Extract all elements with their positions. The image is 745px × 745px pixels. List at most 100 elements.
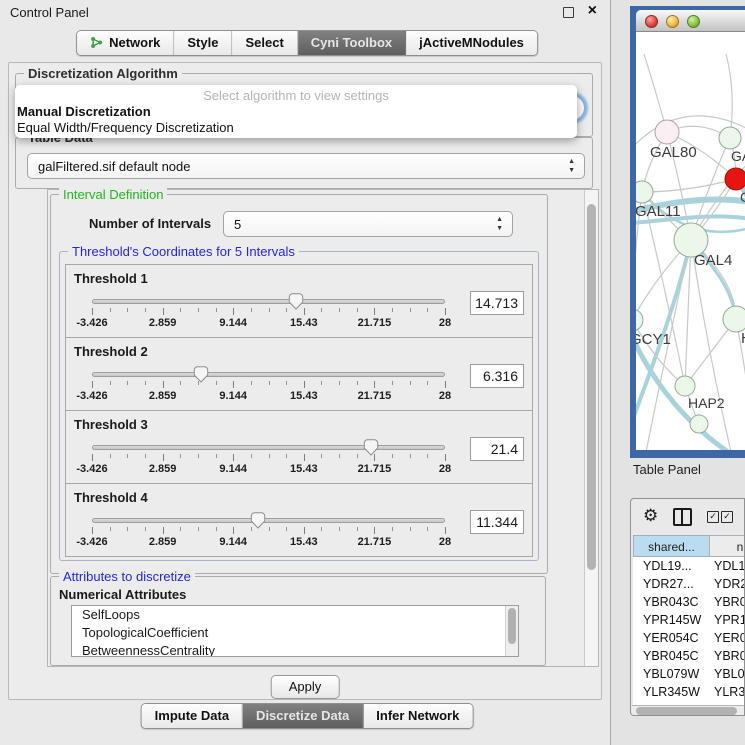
combo-value: galFiltered.sif default node [38,159,190,174]
column-header-name[interactable]: n [709,535,745,557]
tick-mark [251,308,252,312]
threshold-value-field[interactable]: 14.713 [470,291,524,315]
slider-thumb[interactable] [193,366,209,383]
table-row[interactable]: YDR27...YDR2 [633,575,745,593]
threshold-panel-3: Threshold 3-3.4262.8599.14415.4321.71528… [65,410,533,484]
minimize-traffic-light-icon[interactable] [666,15,679,28]
slider-thumb[interactable] [288,293,304,310]
scrollbar-thumb[interactable] [587,204,596,570]
attribute-list-item[interactable]: BetweennessCentrality [72,642,518,657]
threshold-slider[interactable]: -3.4262.8599.14415.4321.71528 [92,439,445,479]
split-columns-icon[interactable] [673,508,692,526]
threshold-label: Threshold 4 [74,490,148,505]
tick-label: 15.43 [290,463,318,475]
network-node[interactable] [719,127,741,149]
tick-mark [233,454,234,461]
cell-name: YPR1 [714,613,745,627]
slider-track[interactable] [92,372,445,377]
slider-thumb[interactable] [363,439,379,456]
network-node[interactable] [655,120,679,144]
gear-icon[interactable]: ⚙ [643,506,658,526]
thresholds-group: Threshold's Coordinates for 5 Intervals … [59,251,539,561]
network-view-window: GAL80GACGAL11GAL4GCY1HHAP2 [636,10,745,450]
table-row[interactable]: YDL19...YDL1 [633,557,745,575]
table-data-combobox[interactable]: galFiltered.sif default node ▲▼ [27,153,585,179]
tab-network[interactable]: Network [77,31,173,55]
threshold-value-field[interactable]: 6.316 [470,364,524,388]
column-header-shared[interactable]: shared... [633,535,710,557]
slider-track[interactable] [92,518,445,523]
tick-mark [180,454,181,458]
network-node[interactable] [723,306,745,332]
scrollbar-thumb[interactable] [636,707,737,715]
network-node[interactable] [690,415,708,433]
slider-thumb[interactable] [250,512,266,529]
numerical-attributes-list[interactable]: SelfLoopsTopologicalCoefficientBetweenne… [71,605,519,657]
cell-shared-name: YDL19... [643,559,692,573]
threshold-value-field[interactable]: 21.4 [470,437,524,461]
interval-definition-group: Interval Definition Number of Intervals … [50,194,548,574]
close-icon[interactable]: × [588,2,597,20]
tick-mark [92,308,93,315]
tab-select[interactable]: Select [231,31,296,55]
tab-discretize-data[interactable]: Discretize Data [242,704,362,728]
tick-mark [110,454,111,458]
threshold-slider[interactable]: -3.4262.8599.14415.4321.71528 [92,293,445,333]
slider-track[interactable] [92,445,445,450]
vertical-scrollbar[interactable] [584,190,598,666]
tick-mark [286,527,287,531]
tab-style[interactable]: Style [173,31,231,55]
tick-label: 2.859 [149,390,177,402]
tab-label: jActiveMNodules [419,35,524,50]
control-panel-tabs: NetworkStyleSelectCyni Toolbox jActiveMNo… [76,30,538,56]
dropdown-option[interactable]: Manual Discretization [15,104,577,120]
scrollbar-thumb[interactable] [508,608,516,644]
dropdown-option[interactable]: Equal Width/Frequency Discretization [15,120,577,136]
tick-label: 21.715 [358,317,392,329]
close-traffic-light-icon[interactable] [645,15,658,28]
network-window-titlebar[interactable] [636,10,745,32]
combo-arrows-icon: ▲▼ [496,215,503,233]
checkbox-icon[interactable]: ✓ [721,511,733,523]
apply-button[interactable]: Apply [271,675,340,699]
network-canvas[interactable]: GAL80GACGAL11GAL4GCY1HHAP2 [636,32,745,450]
table-row[interactable]: YBL079WYBL0 [633,665,745,683]
tick-mark [180,527,181,531]
attribute-list-item[interactable]: SelfLoops [72,606,518,624]
tab-cyni-toolbox[interactable]: Cyni Toolbox [297,31,405,55]
list-scrollbar[interactable] [505,606,518,656]
network-node[interactable] [675,376,695,396]
tick-mark [163,381,164,388]
attribute-list-item[interactable]: TopologicalCoefficient [72,624,518,642]
network-node[interactable] [636,181,653,203]
tab-infer-network[interactable]: Infer Network [362,704,472,728]
cell-name: YBR0 [714,649,745,663]
threshold-slider[interactable]: -3.4262.8599.14415.4321.71528 [92,366,445,406]
cell-shared-name: YBR043C [643,595,699,609]
tab-impute-data[interactable]: Impute Data [142,704,242,728]
cell-name: YBL0 [714,667,745,681]
table-row[interactable]: YBR045CYBR0 [633,647,745,665]
threshold-value-field[interactable]: 11.344 [470,510,524,534]
threshold-slider[interactable]: -3.4262.8599.14415.4321.71528 [92,512,445,552]
slider-track[interactable] [92,299,445,304]
tick-label: 9.144 [219,536,247,548]
tick-mark [321,527,322,531]
network-node[interactable] [636,309,643,331]
float-window-icon[interactable] [563,7,574,18]
table-row[interactable]: YER054CYER0 [633,629,745,647]
number-of-intervals-combobox[interactable]: 5 ▲▼ [223,211,513,237]
tick-label: 21.715 [358,536,392,548]
table-row[interactable]: YPR145WYPR1 [633,611,745,629]
tick-mark [392,381,393,385]
network-node[interactable] [725,168,745,190]
table-row[interactable]: YLR345WYLR3 [633,683,745,701]
tab-label: Impute Data [155,708,229,723]
horizontal-scrollbar[interactable] [632,705,745,716]
tab-jactivemnodules[interactable]: jActiveMNodules [405,31,537,55]
table-row[interactable]: YBR043CYBR0 [633,593,745,611]
tick-mark [233,527,234,534]
zoom-traffic-light-icon[interactable] [687,15,700,28]
checkbox-icon[interactable]: ✓ [707,511,719,523]
group-title: Interval Definition [59,187,167,202]
